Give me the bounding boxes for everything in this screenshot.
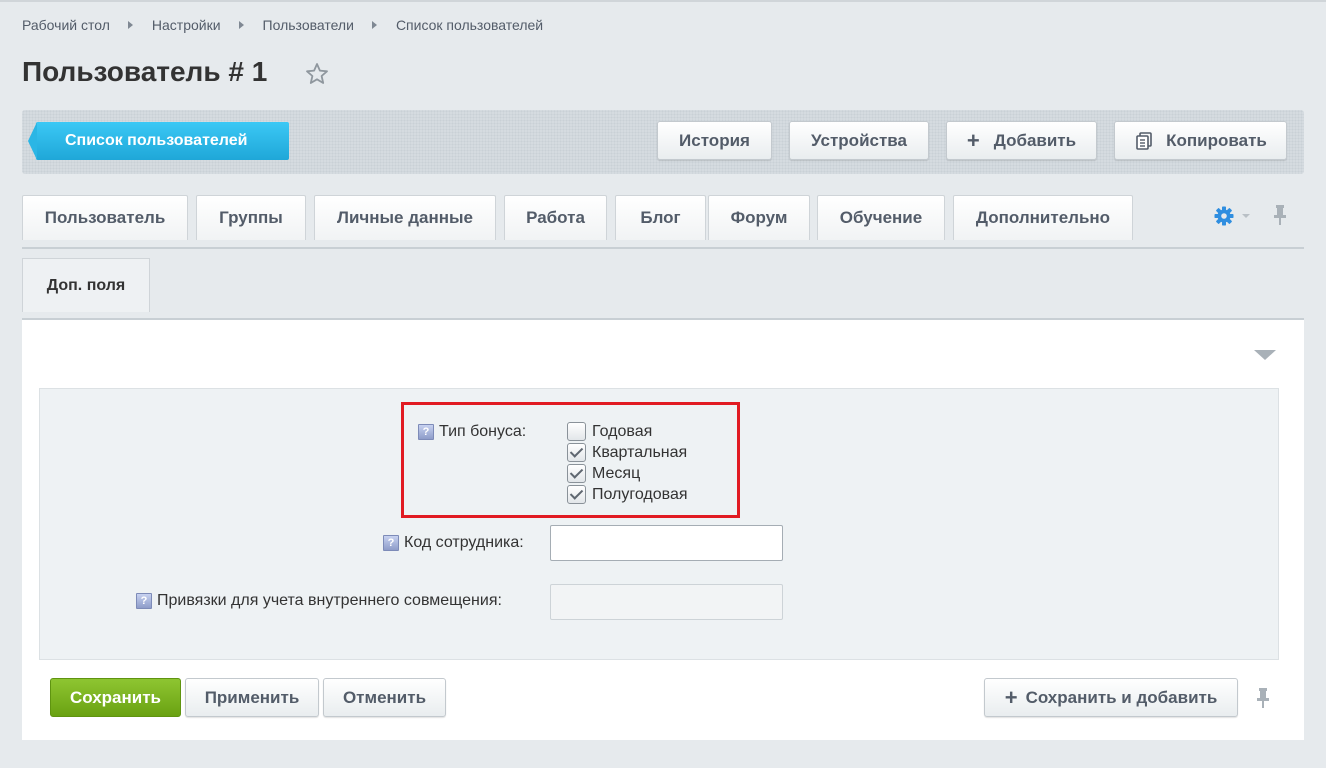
tab-personal-data[interactable]: Личные данные bbox=[314, 195, 496, 240]
help-icon[interactable]: ? bbox=[383, 534, 399, 551]
checkbox[interactable] bbox=[567, 422, 586, 441]
breadcrumb-desktop[interactable]: Рабочий стол bbox=[22, 17, 110, 33]
pin-icon[interactable] bbox=[1254, 686, 1272, 710]
breadcrumb-separator-icon bbox=[127, 21, 133, 29]
breadcrumb-user-list[interactable]: Список пользователей bbox=[396, 17, 543, 33]
add-button-label: Добавить bbox=[993, 130, 1077, 150]
breadcrumb-users[interactable]: Пользователи bbox=[263, 17, 354, 33]
page-title: Пользователь # 1 bbox=[22, 56, 268, 87]
gear-icon[interactable] bbox=[1213, 205, 1235, 227]
bindings-input[interactable] bbox=[550, 584, 783, 620]
save-button[interactable]: Сохранить bbox=[50, 678, 181, 717]
help-icon[interactable]: ? bbox=[418, 423, 434, 440]
tabs-divider bbox=[22, 247, 1304, 249]
employee-code-label-text: Код сотрудника: bbox=[404, 534, 524, 551]
employee-code-label: ? Код сотрудника: bbox=[383, 534, 524, 552]
tab-user[interactable]: Пользователь bbox=[22, 195, 188, 240]
breadcrumb-separator-icon bbox=[238, 21, 244, 29]
bonus-type-label-text: Тип бонуса: bbox=[439, 423, 527, 440]
breadcrumb: Рабочий стол Настройки Пользователи Спис… bbox=[22, 17, 543, 33]
copy-icon bbox=[1136, 131, 1152, 150]
user-list-button-label: Список пользователей bbox=[65, 132, 248, 149]
breadcrumb-separator-icon bbox=[371, 21, 377, 29]
tab-blog[interactable]: Блог bbox=[615, 195, 706, 240]
bindings-label-text: Привязки для учета внутреннего совмещени… bbox=[157, 592, 502, 609]
fields-section: ? Тип бонуса: Годовая Квартальная Месяц П… bbox=[39, 388, 1279, 660]
tab-forum[interactable]: Форум bbox=[708, 195, 810, 240]
checkbox-label: Месяц bbox=[592, 464, 641, 482]
add-button[interactable]: + Добавить bbox=[946, 121, 1097, 160]
employee-code-input[interactable] bbox=[550, 525, 783, 561]
bonus-type-label: ? Тип бонуса: bbox=[418, 423, 526, 441]
tab-work[interactable]: Работа bbox=[504, 195, 607, 240]
bonus-option-monthly[interactable]: Месяц bbox=[567, 464, 640, 483]
bonus-option-yearly[interactable]: Годовая bbox=[567, 422, 652, 441]
top-border bbox=[0, 0, 1326, 2]
save-button-label: Сохранить bbox=[69, 687, 162, 707]
user-list-button[interactable]: Список пользователей bbox=[28, 122, 289, 160]
plus-icon: + bbox=[1004, 684, 1018, 710]
form-panel: ? Тип бонуса: Годовая Квартальная Месяц П… bbox=[22, 318, 1304, 740]
cancel-button-label: Отменить bbox=[342, 687, 427, 707]
plus-icon: + bbox=[966, 127, 980, 153]
toolbar: Список пользователей История Устройства … bbox=[22, 110, 1304, 174]
bonus-option-quarterly[interactable]: Квартальная bbox=[567, 443, 687, 462]
help-icon[interactable]: ? bbox=[136, 592, 152, 609]
tab-additional[interactable]: Дополнительно bbox=[953, 195, 1133, 240]
apply-button-label: Применить bbox=[204, 687, 300, 707]
bonus-option-half-year[interactable]: Полугодовая bbox=[567, 485, 688, 504]
apply-button[interactable]: Применить bbox=[185, 678, 319, 717]
breadcrumb-settings[interactable]: Настройки bbox=[152, 17, 221, 33]
history-button-label: История bbox=[679, 130, 750, 150]
checkbox-label: Годовая bbox=[592, 422, 653, 440]
checkbox[interactable] bbox=[567, 485, 586, 504]
cancel-button[interactable]: Отменить bbox=[323, 678, 446, 717]
chevron-down-icon[interactable] bbox=[1242, 214, 1250, 218]
checkbox[interactable] bbox=[567, 443, 586, 462]
history-button[interactable]: История bbox=[657, 121, 772, 160]
save-and-add-button-label: Сохранить и добавить bbox=[1025, 687, 1218, 707]
checkbox[interactable] bbox=[567, 464, 586, 483]
copy-button[interactable]: Копировать bbox=[1114, 121, 1287, 160]
star-icon[interactable] bbox=[305, 62, 329, 86]
devices-button[interactable]: Устройства bbox=[789, 121, 929, 160]
devices-button-label: Устройства bbox=[811, 130, 907, 150]
back-arrow-icon bbox=[28, 122, 37, 160]
tab-extra-fields[interactable]: Доп. поля bbox=[22, 258, 150, 312]
tab-learning[interactable]: Обучение bbox=[817, 195, 945, 240]
save-and-add-button[interactable]: + Сохранить и добавить bbox=[984, 678, 1238, 717]
tab-groups[interactable]: Группы bbox=[196, 195, 306, 240]
copy-button-label: Копировать bbox=[1166, 130, 1267, 150]
checkbox-label: Квартальная bbox=[592, 443, 688, 461]
bindings-label: ? Привязки для учета внутреннего совмещен… bbox=[136, 592, 502, 610]
collapse-icon[interactable] bbox=[1254, 350, 1276, 360]
pin-icon[interactable] bbox=[1271, 203, 1289, 227]
checkbox-label: Полугодовая bbox=[592, 485, 688, 503]
